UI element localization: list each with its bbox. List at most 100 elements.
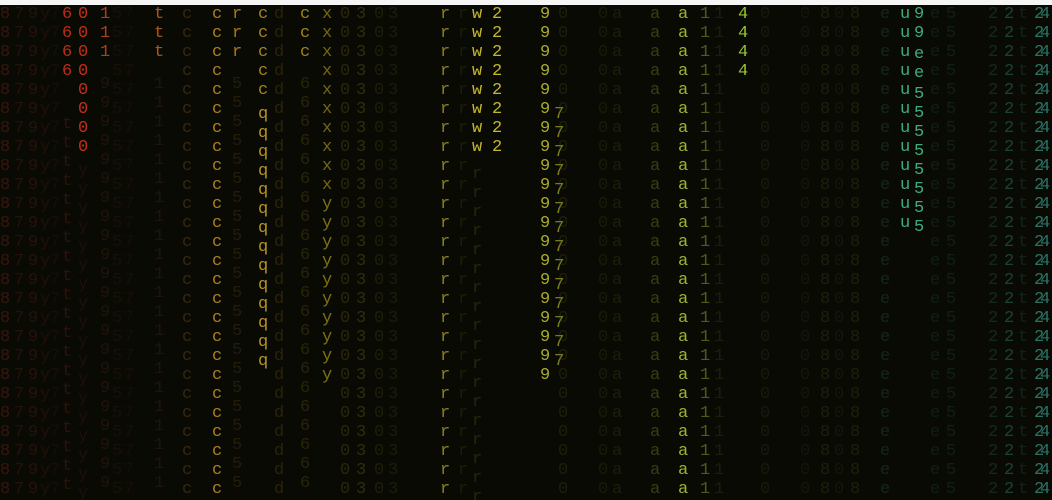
rain-glyph: d: [274, 366, 284, 385]
rain-glyph: t: [154, 5, 164, 24]
rain-glyph: c: [182, 309, 192, 328]
rain-glyph: 7: [50, 290, 60, 309]
rain-glyph: 7: [50, 233, 60, 252]
rain-glyph: y: [78, 256, 88, 275]
rain-glyph: y: [78, 294, 88, 313]
rain-glyph: 9: [28, 423, 38, 442]
rain-glyph: e: [880, 290, 890, 309]
rain-glyph: w: [472, 119, 482, 138]
rain-column: 00000000000000000000000000: [800, 5, 810, 499]
rain-glyph: 7: [50, 81, 60, 100]
rain-glyph: 8: [820, 100, 830, 119]
rain-glyph: 5: [946, 328, 956, 347]
rain-glyph: t: [62, 400, 72, 419]
rain-glyph: 0: [800, 233, 810, 252]
rain-glyph: 7: [14, 290, 24, 309]
rain-glyph: 5: [946, 233, 956, 252]
rain-glyph: a: [650, 119, 660, 138]
rain-glyph: 8: [820, 328, 830, 347]
rain-glyph: 9: [28, 138, 38, 157]
rain-glyph: e: [880, 100, 890, 119]
rain-glyph: 0: [340, 176, 350, 195]
rain-glyph: 2: [1004, 233, 1014, 252]
rain-glyph: t: [62, 324, 72, 343]
rain-glyph: r: [440, 366, 450, 385]
rain-glyph: e: [930, 119, 940, 138]
rain-glyph: 8: [0, 347, 10, 366]
rain-glyph: 2: [988, 195, 998, 214]
rain-glyph: 0: [598, 24, 608, 43]
rain-glyph: r: [458, 195, 468, 214]
rain-glyph: 7: [14, 423, 24, 442]
rain-glyph: t: [1018, 214, 1028, 233]
rain-glyph: 8: [0, 100, 10, 119]
rain-glyph: 0: [760, 385, 770, 404]
rain-glyph: 0: [558, 366, 568, 385]
rain-glyph: 0: [78, 119, 88, 138]
rain-glyph: e: [930, 195, 940, 214]
rain-glyph: 5: [112, 385, 122, 404]
rain-glyph: 7: [50, 138, 60, 157]
rain-glyph: e: [930, 309, 940, 328]
rain-glyph: e: [880, 157, 890, 176]
rain-glyph: 9: [100, 170, 110, 189]
rain-glyph: 3: [388, 309, 398, 328]
rain-glyph: 0: [800, 252, 810, 271]
rain-glyph: r: [458, 157, 468, 176]
rain-glyph: 2: [492, 62, 502, 81]
rain-glyph: 0: [374, 385, 384, 404]
rain-glyph: a: [678, 5, 688, 24]
rain-column: ee: [914, 45, 924, 83]
rain-glyph: d: [274, 81, 284, 100]
rain-glyph: a: [678, 233, 688, 252]
rain-glyph: 8: [0, 328, 10, 347]
rain-glyph: u: [900, 62, 910, 81]
rain-glyph: t: [1018, 328, 1028, 347]
rain-glyph: q: [258, 219, 268, 238]
rain-glyph: 6: [300, 227, 310, 246]
rain-glyph: q: [258, 181, 268, 200]
rain-glyph: c: [258, 24, 268, 43]
rain-glyph: 0: [800, 100, 810, 119]
rain-column: aaaaaaaaaaaaaaaaaaaaaaaaaa: [678, 5, 688, 499]
rain-glyph: c: [212, 423, 222, 442]
rain-glyph: 1: [700, 233, 710, 252]
rain-glyph: a: [612, 195, 622, 214]
rain-glyph: u: [900, 81, 910, 100]
rain-glyph: 5: [914, 199, 924, 218]
rain-column: 00000000000000000000000000: [340, 5, 350, 499]
rain-glyph: 9: [28, 385, 38, 404]
rain-glyph: d: [274, 347, 284, 366]
rain-glyph: 7: [124, 385, 134, 404]
rain-glyph: 0: [760, 347, 770, 366]
rain-glyph: y: [78, 408, 88, 427]
rain-glyph: 8: [850, 423, 860, 442]
rain-glyph: a: [612, 62, 622, 81]
rain-glyph: 8: [0, 461, 10, 480]
rain-glyph: y: [78, 332, 88, 351]
rain-glyph: 5: [946, 252, 956, 271]
rain-glyph: 0: [834, 100, 844, 119]
rain-glyph: 1: [714, 176, 724, 195]
rain-glyph: c: [182, 271, 192, 290]
rain-glyph: 2: [1004, 442, 1014, 461]
rain-glyph: 1: [700, 195, 710, 214]
rain-glyph: 5: [232, 208, 242, 227]
rain-glyph: 0: [834, 233, 844, 252]
rain-glyph: 0: [558, 461, 568, 480]
rain-glyph: c: [182, 157, 192, 176]
rain-glyph: 9: [540, 309, 550, 328]
rain-glyph: 0: [558, 5, 568, 24]
rain-glyph: 5: [112, 43, 122, 62]
rain-glyph: 0: [598, 5, 608, 24]
rain-glyph: 4: [1040, 366, 1050, 385]
rain-glyph: 2: [988, 176, 998, 195]
rain-glyph: a: [678, 138, 688, 157]
rain-glyph: e: [930, 442, 940, 461]
rain-glyph: w: [472, 138, 482, 157]
rain-glyph: 0: [598, 480, 608, 499]
rain-glyph: 8: [0, 62, 10, 81]
rain-glyph: y: [78, 180, 88, 199]
rain-glyph: 0: [340, 290, 350, 309]
rain-glyph: y: [40, 423, 50, 442]
